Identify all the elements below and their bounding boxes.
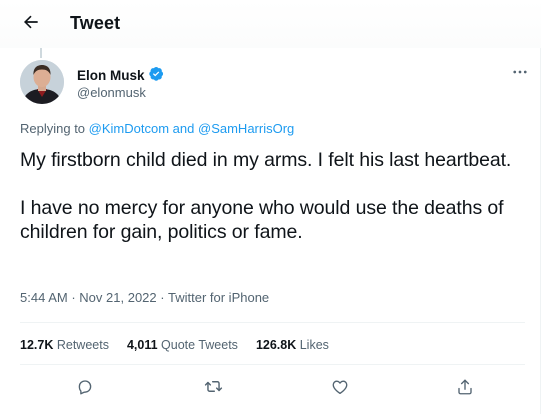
mention-link-kimdotcom[interactable]: @KimDotcom bbox=[89, 121, 169, 136]
mention-link-samharrisorg[interactable]: @SamHarrisOrg bbox=[198, 121, 294, 136]
meta-separator: · bbox=[71, 290, 76, 305]
verified-badge-icon bbox=[148, 66, 164, 84]
tweet-text: My firstborn child died in my arms. I fe… bbox=[20, 148, 525, 244]
author-name-text: Elon Musk bbox=[77, 67, 145, 83]
more-options-button[interactable] bbox=[508, 62, 532, 86]
share-icon bbox=[456, 378, 474, 401]
page-header: Tweet bbox=[0, 0, 541, 48]
page-title: Tweet bbox=[70, 13, 121, 33]
quote-tweets-label: Quote Tweets bbox=[161, 338, 238, 352]
share-button[interactable] bbox=[450, 374, 480, 404]
replying-connector[interactable]: and bbox=[173, 121, 195, 136]
likes-label: Likes bbox=[299, 338, 329, 352]
retweets-label: Retweets bbox=[56, 338, 109, 352]
reply-button[interactable] bbox=[70, 374, 100, 404]
tweet-paragraph: My firstborn child died in my arms. I fe… bbox=[20, 149, 512, 171]
thread-connector-line bbox=[40, 48, 42, 58]
more-horizontal-icon bbox=[511, 63, 529, 86]
quote-tweets-count: 4,011 bbox=[126, 338, 158, 352]
quote-tweets-stat[interactable]: 4,011 Quote Tweets bbox=[127, 338, 238, 352]
replying-to: Replying to @KimDotcom and @SamHarrisOrg bbox=[20, 121, 294, 136]
author-handle[interactable]: @elonmusk bbox=[77, 85, 146, 100]
divider bbox=[20, 364, 525, 365]
likes-count: 126.8K bbox=[255, 338, 297, 352]
tweet-stats: 12.7K Retweets 4,011 Quote Tweets 126.8K… bbox=[20, 338, 329, 352]
likes-stat[interactable]: 126.8K Likes bbox=[256, 338, 329, 352]
like-button[interactable] bbox=[325, 374, 355, 404]
author-name[interactable]: Elon Musk bbox=[77, 66, 164, 84]
reply-icon bbox=[76, 378, 94, 401]
tweet-time[interactable]: 5:44 AM bbox=[20, 290, 68, 305]
avatar[interactable] bbox=[20, 60, 64, 104]
tweet-meta: 5:44 AM · Nov 21, 2022 · Twitter for iPh… bbox=[20, 290, 269, 305]
tweet-date[interactable]: Nov 21, 2022 bbox=[79, 290, 156, 305]
tweet-page: Tweet Elon Musk @elonmusk Replying to @K… bbox=[0, 0, 541, 414]
like-icon bbox=[331, 378, 349, 401]
tweet-paragraph: I have no mercy for anyone who would use… bbox=[20, 197, 504, 243]
divider bbox=[20, 322, 525, 323]
retweets-count: 12.7K bbox=[20, 338, 54, 352]
tweet-actions bbox=[20, 374, 525, 404]
retweet-button[interactable] bbox=[198, 374, 228, 404]
retweets-stat[interactable]: 12.7K Retweets bbox=[20, 338, 109, 352]
retweet-icon bbox=[204, 377, 223, 401]
arrow-left-icon bbox=[21, 12, 41, 37]
replying-prefix: Replying to bbox=[20, 121, 86, 136]
meta-separator: · bbox=[160, 290, 165, 305]
tweet-source[interactable]: Twitter for iPhone bbox=[168, 290, 269, 305]
back-button[interactable] bbox=[16, 9, 46, 39]
